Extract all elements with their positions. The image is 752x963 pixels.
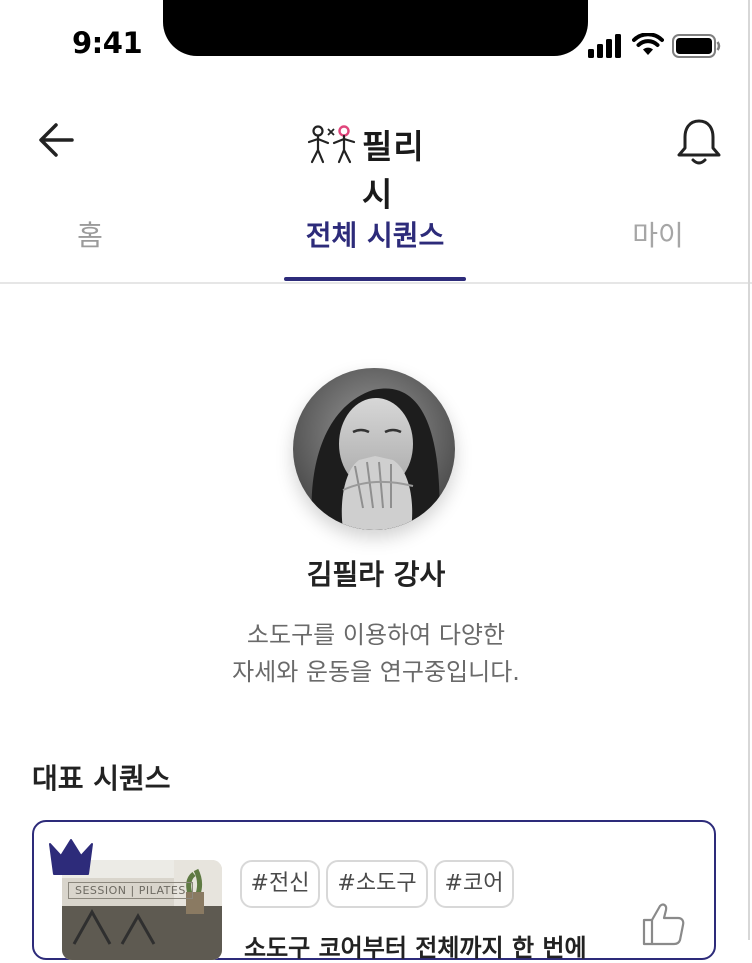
bell-icon[interactable] [672, 116, 726, 168]
tab-my[interactable]: 마이 [606, 214, 710, 254]
page-edge [748, 0, 750, 940]
status-bar: 9:41 [0, 0, 752, 90]
app-bar: 필리시 [0, 100, 752, 214]
featured-section-title: 대표 시퀀스 [32, 762, 171, 795]
signal-icon [588, 34, 621, 58]
app-logo[interactable]: 필리시 [306, 120, 446, 214]
tag-chip[interactable]: #코어 [434, 860, 514, 908]
active-tab-indicator [284, 277, 466, 281]
sequence-title: 소도구 코어부터 전체까지 한 번에 [244, 934, 587, 962]
tab-home[interactable]: 홈 [40, 214, 140, 254]
bio-line-1: 소도구를 이용하여 다양한 [246, 621, 506, 649]
status-time: 9:41 [72, 26, 143, 60]
wifi-icon [632, 33, 664, 55]
tag-chip[interactable]: #소도구 [326, 860, 428, 908]
featured-sequence-card[interactable]: SESSION | PILATES #전신 #소도구 #코어 소도구 코어부터 … [32, 820, 716, 962]
crown-icon [49, 839, 93, 875]
logo-figures-icon [307, 125, 356, 164]
instructor-name: 김필라 강사 [306, 558, 446, 591]
avatar-photo [293, 368, 455, 530]
device-notch [163, 0, 588, 56]
back-arrow-icon[interactable] [32, 116, 84, 164]
thumbnail-caption: SESSION | PILATES [68, 882, 193, 899]
tab-bar: 홈 전체 시퀀스 마이 [0, 196, 752, 284]
bio-line-2: 자세와 운동을 연구중입니다. [232, 658, 520, 686]
thumbs-up-icon[interactable] [640, 900, 686, 946]
instructor-avatar [293, 368, 455, 530]
battery-icon [672, 34, 721, 58]
tab-all-sequences[interactable]: 전체 시퀀스 [284, 214, 466, 254]
instructor-bio: 소도구를 이용하여 다양한 자세와 운동을 연구중입니다. [0, 617, 752, 691]
tag-chip[interactable]: #전신 [240, 860, 320, 908]
